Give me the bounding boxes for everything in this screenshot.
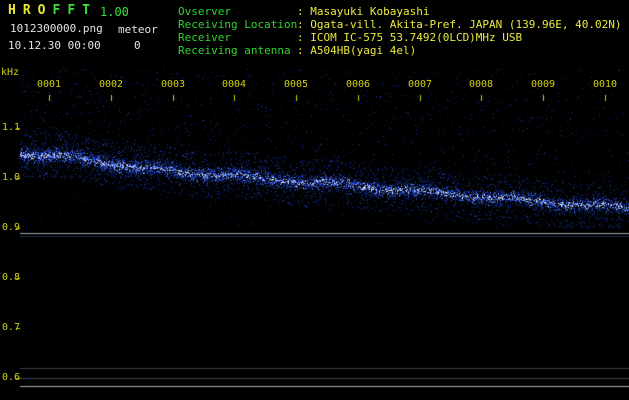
- station-info-row: Ovserver : Masayuki Kobayashi: [178, 5, 622, 18]
- station-info-label: Receiver: [178, 31, 231, 44]
- app-title-letter: T: [82, 3, 90, 18]
- station-info-value: : Ogata-vill. Akita-Pref. JAPAN (139.96E…: [297, 18, 622, 31]
- app-title-letter: H: [8, 3, 16, 18]
- station-info-label: Receiving Location: [178, 18, 298, 31]
- station-info-label: Ovserver: [178, 5, 231, 18]
- station-info-label: Receiving antenna: [178, 44, 291, 57]
- station-info-value: : Masayuki Kobayashi: [297, 5, 430, 18]
- station-info-row: Receiving Location: Ogata-vill. Akita-Pr…: [178, 18, 622, 31]
- station-info-value: : A504HB(yagi 4el): [297, 44, 417, 57]
- app-title: HROFFT: [8, 3, 97, 18]
- y-axis-unit-label: kHz: [1, 67, 20, 78]
- hrofft-spectrogram-screen: HROFFT 1.00 1012300000.png meteor 10.12.…: [0, 0, 629, 400]
- start-datetime: 10.12.30 00:00: [8, 39, 101, 52]
- app-title-letter: O: [37, 3, 46, 18]
- mode-label: meteor: [118, 23, 158, 36]
- spectrogram-canvas: [0, 0, 629, 400]
- station-info-row: Receiver : ICOM IC-575 53.7492(0LCD)MHz U…: [178, 31, 622, 44]
- station-info-value: : ICOM IC-575 53.7492(0LCD)MHz USB: [297, 31, 523, 44]
- meteor-count: 0: [134, 39, 141, 52]
- station-info-row: Receiving antenna : A504HB(yagi 4el): [178, 44, 622, 57]
- app-version: 1.00: [100, 5, 129, 19]
- app-title-letter: F: [52, 3, 61, 18]
- output-filename: 1012300000.png: [10, 22, 103, 35]
- app-title-letter: R: [22, 3, 31, 18]
- station-info-block: Ovserver : Masayuki Kobayashi Receiving Lo…: [178, 5, 622, 57]
- app-title-letter: F: [67, 3, 76, 18]
